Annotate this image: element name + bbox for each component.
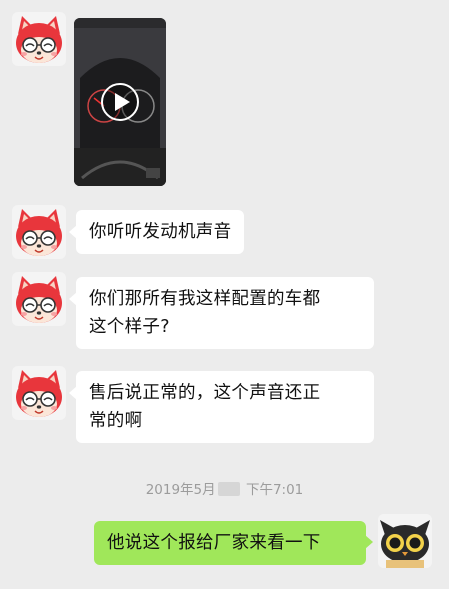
red-fox-avatar-icon xyxy=(12,205,66,259)
message-timestamp: 2019年5月 下午7:01 xyxy=(0,478,449,498)
message-text-line: 售后说正常的，这个声音还正 xyxy=(89,383,321,403)
sender-avatar[interactable] xyxy=(12,272,66,326)
message-bubble[interactable]: 你听听发动机声音 xyxy=(68,210,245,254)
timestamp-date: 2019年5月 xyxy=(145,482,216,498)
redacted-day xyxy=(217,482,240,496)
black-cat-avatar-icon xyxy=(378,514,432,568)
message-text-line: 这个样子? xyxy=(89,317,170,337)
message-text-line: 你们那所有我这样配置的车都 xyxy=(89,289,321,309)
red-fox-avatar-icon xyxy=(12,12,66,66)
self-avatar[interactable] xyxy=(378,514,432,568)
sender-avatar[interactable] xyxy=(12,12,66,66)
message-bubble[interactable]: 售后说正常的，这个声音还正 常的啊 xyxy=(69,371,374,443)
message-text: 你听听发动机声音 xyxy=(89,222,232,242)
message-bubble-self[interactable]: 他说这个报给厂家来看一下 xyxy=(94,521,373,565)
message-text: 他说这个报给厂家来看一下 xyxy=(107,533,321,553)
message-text-line: 常的啊 xyxy=(89,411,143,431)
red-fox-avatar-icon xyxy=(12,366,66,420)
sender-avatar[interactable] xyxy=(12,205,66,259)
timestamp-time: 下午7:01 xyxy=(245,482,304,498)
red-fox-avatar-icon xyxy=(12,272,66,326)
message-bubble[interactable]: 你们那所有我这样配置的车都 这个样子? xyxy=(69,277,374,349)
play-icon[interactable] xyxy=(100,82,140,122)
sender-avatar[interactable] xyxy=(12,366,66,420)
video-message[interactable] xyxy=(74,18,166,186)
